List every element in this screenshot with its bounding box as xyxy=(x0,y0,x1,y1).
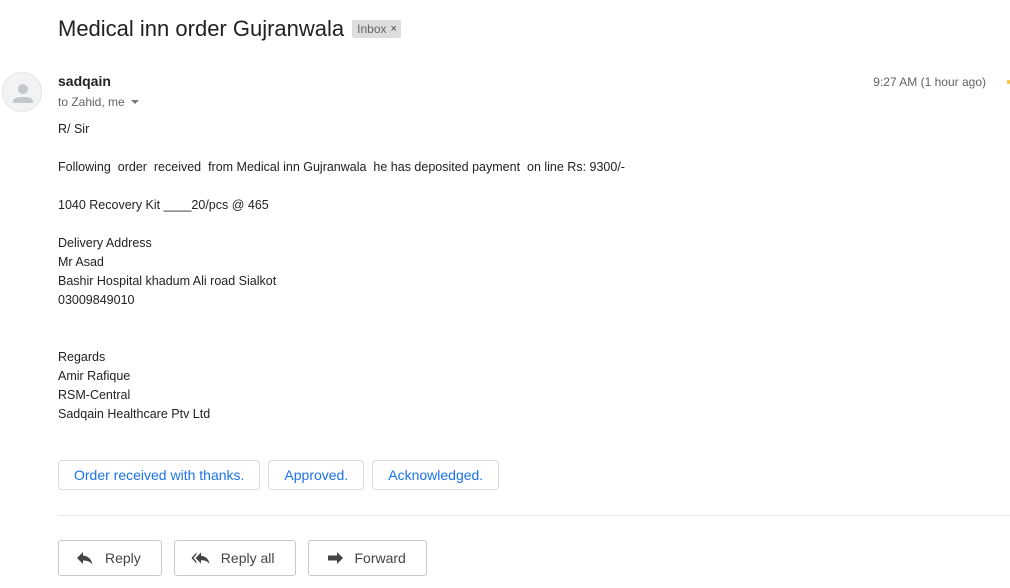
sender-name[interactable]: sadqain xyxy=(58,73,111,89)
email-body-line: Sadqain Healthcare Ptv Ltd xyxy=(58,407,211,421)
chevron-down-icon[interactable] xyxy=(130,100,139,104)
email-body-line: Delivery Address xyxy=(58,236,152,250)
remove-label-icon[interactable]: × xyxy=(391,22,397,36)
smart-reply-approved[interactable]: Approved. xyxy=(268,460,365,490)
email-body-line xyxy=(58,329,625,348)
person-icon xyxy=(13,84,33,103)
email-timestamp: 9:27 AM (1 hour ago) xyxy=(873,75,986,89)
email-body-line: 1040 Recovery Kit ____20/pcs @ 465 xyxy=(58,198,269,212)
email-body-line: Regards xyxy=(58,350,106,364)
avatar[interactable] xyxy=(2,72,42,112)
forward-label: Forward xyxy=(354,550,406,566)
email-view: Medical inn order Gujranwala Inbox × sad… xyxy=(0,0,1010,588)
email-body-line: 03009849010 xyxy=(58,293,135,307)
smart-replies: Order received with thanks. Approved. Ac… xyxy=(58,460,500,490)
reply-actions: Reply Reply all Forward xyxy=(58,540,427,576)
email-body-line xyxy=(58,310,625,329)
email-body-line: RSM-Central xyxy=(58,388,131,402)
email-subject: Medical inn order Gujranwala xyxy=(58,16,345,41)
email-body-line xyxy=(58,215,625,234)
email-body-line xyxy=(58,177,625,196)
email-body-line: Mr Asad xyxy=(58,255,104,269)
reply-all-button[interactable]: Reply all xyxy=(173,540,296,576)
forward-button[interactable]: Forward xyxy=(307,540,427,576)
email-body-line xyxy=(58,139,625,158)
email-body-line: Amir Rafique xyxy=(58,369,131,383)
email-body-line: R/ Sir xyxy=(58,122,90,136)
smart-reply-acknowledged[interactable]: Acknowledged. xyxy=(372,460,500,490)
reply-all-arrow-icon xyxy=(191,550,211,566)
recipients-line[interactable]: to Zahid, me xyxy=(58,95,139,109)
divider xyxy=(58,515,1010,516)
email-body: R/ Sir Following order received from Medi… xyxy=(58,120,625,424)
reply-button[interactable]: Reply xyxy=(58,540,162,576)
reply-arrow-icon xyxy=(75,550,95,566)
inbox-label-chip[interactable]: Inbox × xyxy=(352,20,401,38)
subject-row: Medical inn order Gujranwala Inbox × xyxy=(58,16,401,42)
reply-all-label: Reply all xyxy=(220,550,275,566)
email-body-line: Bashir Hospital khadum Ali road Sialkot xyxy=(58,274,277,288)
inbox-label-text: Inbox xyxy=(357,22,387,36)
smart-reply-order-received[interactable]: Order received with thanks. xyxy=(58,460,261,490)
email-body-line: Following order received from Medical in… xyxy=(58,160,625,174)
reply-label: Reply xyxy=(105,550,141,566)
recipients-text: to Zahid, me xyxy=(58,95,125,109)
forward-arrow-icon xyxy=(325,550,345,566)
